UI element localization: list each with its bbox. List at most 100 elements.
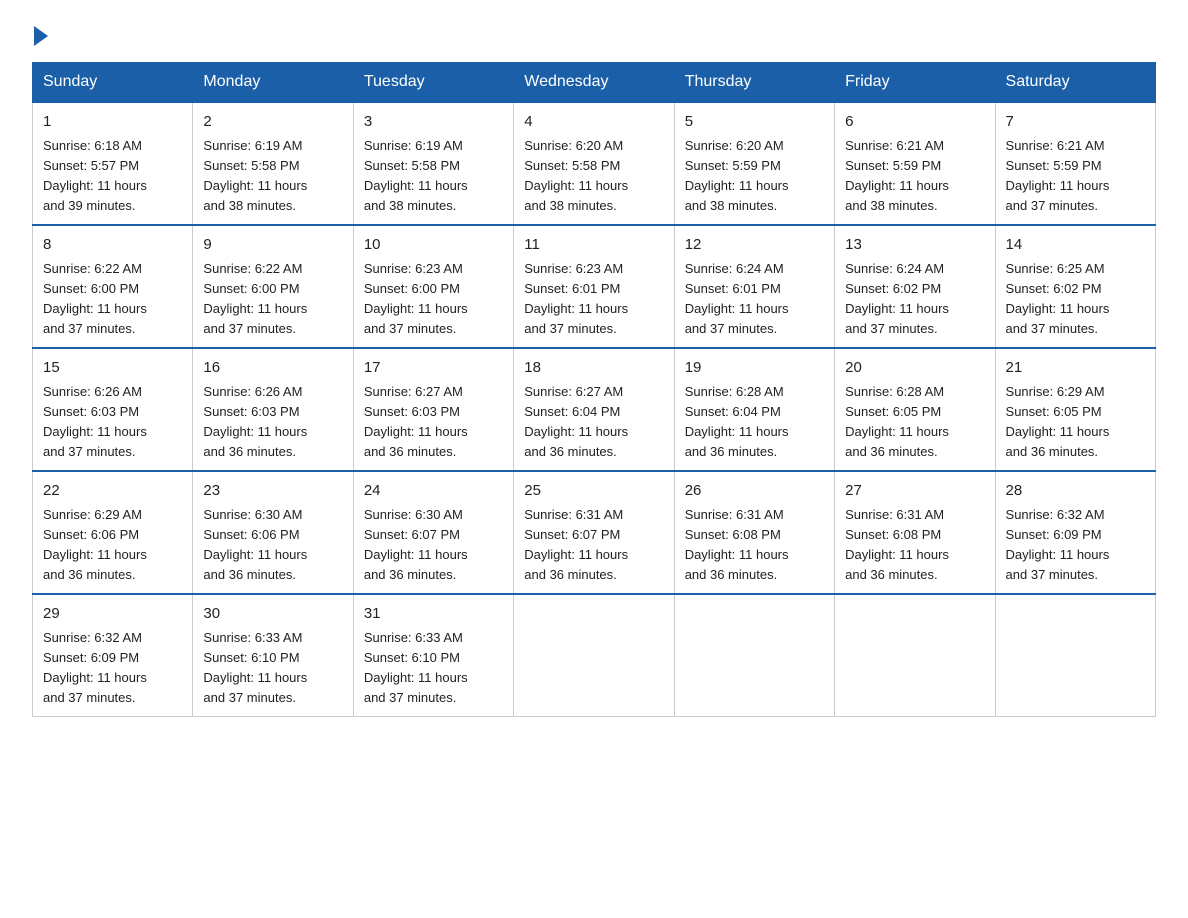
calendar-cell: [674, 594, 834, 717]
day-info: Sunrise: 6:20 AMSunset: 5:59 PMDaylight:…: [685, 138, 789, 213]
day-number: 18: [524, 357, 663, 380]
day-info: Sunrise: 6:33 AMSunset: 6:10 PMDaylight:…: [203, 630, 307, 705]
day-number: 31: [364, 603, 503, 626]
weekday-header-sunday: Sunday: [33, 63, 193, 103]
day-number: 23: [203, 480, 342, 503]
day-info: Sunrise: 6:31 AMSunset: 6:08 PMDaylight:…: [845, 507, 949, 582]
calendar-body: 1 Sunrise: 6:18 AMSunset: 5:57 PMDayligh…: [33, 102, 1156, 717]
calendar-cell: 1 Sunrise: 6:18 AMSunset: 5:57 PMDayligh…: [33, 102, 193, 225]
calendar-cell: 8 Sunrise: 6:22 AMSunset: 6:00 PMDayligh…: [33, 225, 193, 348]
calendar-cell: 26 Sunrise: 6:31 AMSunset: 6:08 PMDaylig…: [674, 471, 834, 594]
day-number: 11: [524, 234, 663, 257]
calendar-cell: 27 Sunrise: 6:31 AMSunset: 6:08 PMDaylig…: [835, 471, 995, 594]
day-number: 14: [1006, 234, 1145, 257]
day-info: Sunrise: 6:21 AMSunset: 5:59 PMDaylight:…: [845, 138, 949, 213]
calendar-cell: 3 Sunrise: 6:19 AMSunset: 5:58 PMDayligh…: [353, 102, 513, 225]
day-number: 22: [43, 480, 182, 503]
day-number: 8: [43, 234, 182, 257]
day-number: 6: [845, 111, 984, 134]
weekday-header-saturday: Saturday: [995, 63, 1155, 103]
day-info: Sunrise: 6:28 AMSunset: 6:04 PMDaylight:…: [685, 384, 789, 459]
day-number: 25: [524, 480, 663, 503]
weekday-header-monday: Monday: [193, 63, 353, 103]
day-number: 17: [364, 357, 503, 380]
day-info: Sunrise: 6:33 AMSunset: 6:10 PMDaylight:…: [364, 630, 468, 705]
calendar-cell: 23 Sunrise: 6:30 AMSunset: 6:06 PMDaylig…: [193, 471, 353, 594]
calendar-cell: 2 Sunrise: 6:19 AMSunset: 5:58 PMDayligh…: [193, 102, 353, 225]
day-number: 7: [1006, 111, 1145, 134]
page-header: [32, 24, 1156, 42]
calendar-cell: 28 Sunrise: 6:32 AMSunset: 6:09 PMDaylig…: [995, 471, 1155, 594]
calendar-cell: 21 Sunrise: 6:29 AMSunset: 6:05 PMDaylig…: [995, 348, 1155, 471]
day-info: Sunrise: 6:26 AMSunset: 6:03 PMDaylight:…: [43, 384, 147, 459]
day-info: Sunrise: 6:20 AMSunset: 5:58 PMDaylight:…: [524, 138, 628, 213]
weekday-header-tuesday: Tuesday: [353, 63, 513, 103]
day-number: 20: [845, 357, 984, 380]
calendar-cell: 15 Sunrise: 6:26 AMSunset: 6:03 PMDaylig…: [33, 348, 193, 471]
logo-arrow-icon: [34, 26, 48, 46]
day-number: 15: [43, 357, 182, 380]
calendar-cell: 30 Sunrise: 6:33 AMSunset: 6:10 PMDaylig…: [193, 594, 353, 717]
calendar-cell: 29 Sunrise: 6:32 AMSunset: 6:09 PMDaylig…: [33, 594, 193, 717]
calendar-cell: 11 Sunrise: 6:23 AMSunset: 6:01 PMDaylig…: [514, 225, 674, 348]
weekday-header-wednesday: Wednesday: [514, 63, 674, 103]
day-info: Sunrise: 6:30 AMSunset: 6:07 PMDaylight:…: [364, 507, 468, 582]
weekday-header-thursday: Thursday: [674, 63, 834, 103]
day-info: Sunrise: 6:30 AMSunset: 6:06 PMDaylight:…: [203, 507, 307, 582]
day-info: Sunrise: 6:31 AMSunset: 6:07 PMDaylight:…: [524, 507, 628, 582]
day-info: Sunrise: 6:27 AMSunset: 6:03 PMDaylight:…: [364, 384, 468, 459]
calendar-cell: 7 Sunrise: 6:21 AMSunset: 5:59 PMDayligh…: [995, 102, 1155, 225]
day-info: Sunrise: 6:23 AMSunset: 6:00 PMDaylight:…: [364, 261, 468, 336]
calendar-cell: 4 Sunrise: 6:20 AMSunset: 5:58 PMDayligh…: [514, 102, 674, 225]
day-info: Sunrise: 6:28 AMSunset: 6:05 PMDaylight:…: [845, 384, 949, 459]
calendar-cell: 16 Sunrise: 6:26 AMSunset: 6:03 PMDaylig…: [193, 348, 353, 471]
day-info: Sunrise: 6:23 AMSunset: 6:01 PMDaylight:…: [524, 261, 628, 336]
day-number: 29: [43, 603, 182, 626]
day-info: Sunrise: 6:29 AMSunset: 6:05 PMDaylight:…: [1006, 384, 1110, 459]
calendar-week-row: 15 Sunrise: 6:26 AMSunset: 6:03 PMDaylig…: [33, 348, 1156, 471]
day-info: Sunrise: 6:22 AMSunset: 6:00 PMDaylight:…: [43, 261, 147, 336]
day-number: 16: [203, 357, 342, 380]
calendar-cell: 31 Sunrise: 6:33 AMSunset: 6:10 PMDaylig…: [353, 594, 513, 717]
day-info: Sunrise: 6:31 AMSunset: 6:08 PMDaylight:…: [685, 507, 789, 582]
day-number: 13: [845, 234, 984, 257]
day-number: 3: [364, 111, 503, 134]
calendar-cell: 19 Sunrise: 6:28 AMSunset: 6:04 PMDaylig…: [674, 348, 834, 471]
day-number: 10: [364, 234, 503, 257]
day-info: Sunrise: 6:19 AMSunset: 5:58 PMDaylight:…: [203, 138, 307, 213]
day-info: Sunrise: 6:27 AMSunset: 6:04 PMDaylight:…: [524, 384, 628, 459]
day-number: 9: [203, 234, 342, 257]
calendar-week-row: 8 Sunrise: 6:22 AMSunset: 6:00 PMDayligh…: [33, 225, 1156, 348]
calendar-cell: 13 Sunrise: 6:24 AMSunset: 6:02 PMDaylig…: [835, 225, 995, 348]
calendar-cell: 12 Sunrise: 6:24 AMSunset: 6:01 PMDaylig…: [674, 225, 834, 348]
calendar-cell: [995, 594, 1155, 717]
calendar-cell: 10 Sunrise: 6:23 AMSunset: 6:00 PMDaylig…: [353, 225, 513, 348]
calendar-cell: 17 Sunrise: 6:27 AMSunset: 6:03 PMDaylig…: [353, 348, 513, 471]
day-info: Sunrise: 6:29 AMSunset: 6:06 PMDaylight:…: [43, 507, 147, 582]
day-info: Sunrise: 6:24 AMSunset: 6:02 PMDaylight:…: [845, 261, 949, 336]
weekday-header-friday: Friday: [835, 63, 995, 103]
calendar-cell: [835, 594, 995, 717]
day-info: Sunrise: 6:26 AMSunset: 6:03 PMDaylight:…: [203, 384, 307, 459]
day-info: Sunrise: 6:18 AMSunset: 5:57 PMDaylight:…: [43, 138, 147, 213]
day-number: 19: [685, 357, 824, 380]
day-number: 1: [43, 111, 182, 134]
day-number: 21: [1006, 357, 1145, 380]
calendar-week-row: 22 Sunrise: 6:29 AMSunset: 6:06 PMDaylig…: [33, 471, 1156, 594]
calendar-cell: 14 Sunrise: 6:25 AMSunset: 6:02 PMDaylig…: [995, 225, 1155, 348]
calendar-table: SundayMondayTuesdayWednesdayThursdayFrid…: [32, 62, 1156, 717]
calendar-cell: 20 Sunrise: 6:28 AMSunset: 6:05 PMDaylig…: [835, 348, 995, 471]
day-info: Sunrise: 6:19 AMSunset: 5:58 PMDaylight:…: [364, 138, 468, 213]
day-number: 30: [203, 603, 342, 626]
day-number: 4: [524, 111, 663, 134]
calendar-cell: 6 Sunrise: 6:21 AMSunset: 5:59 PMDayligh…: [835, 102, 995, 225]
day-number: 12: [685, 234, 824, 257]
day-info: Sunrise: 6:32 AMSunset: 6:09 PMDaylight:…: [1006, 507, 1110, 582]
day-info: Sunrise: 6:32 AMSunset: 6:09 PMDaylight:…: [43, 630, 147, 705]
day-number: 28: [1006, 480, 1145, 503]
day-number: 2: [203, 111, 342, 134]
weekday-header-row: SundayMondayTuesdayWednesdayThursdayFrid…: [33, 63, 1156, 103]
day-number: 27: [845, 480, 984, 503]
day-info: Sunrise: 6:21 AMSunset: 5:59 PMDaylight:…: [1006, 138, 1110, 213]
calendar-cell: 22 Sunrise: 6:29 AMSunset: 6:06 PMDaylig…: [33, 471, 193, 594]
